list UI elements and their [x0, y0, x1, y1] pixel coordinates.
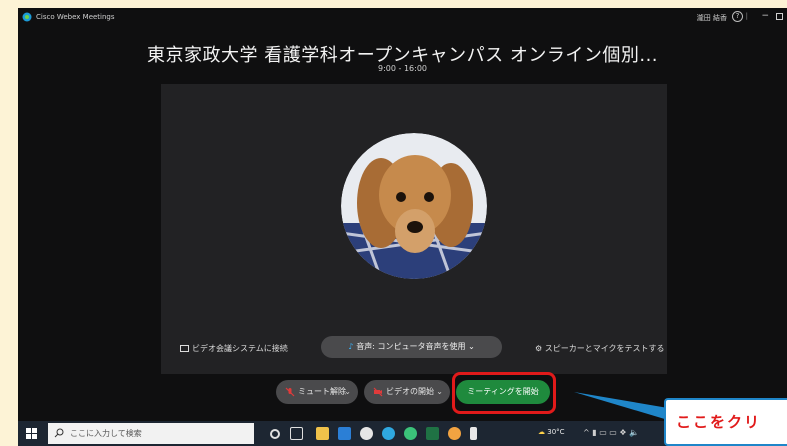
task-view-icon[interactable] — [290, 427, 303, 440]
avatar — [341, 133, 487, 279]
unmute-label: ミュート解除 — [298, 387, 346, 396]
audio-icon: ♪ — [348, 342, 354, 351]
video-system-label: ビデオ会議システムに接続 — [192, 344, 288, 353]
cast-icon — [180, 345, 189, 352]
help-icon[interactable]: ? — [732, 11, 743, 22]
video-off-icon — [373, 387, 383, 397]
file-explorer-icon[interactable] — [316, 427, 329, 440]
start-video-button[interactable]: ビデオの開始 ⌄ — [364, 380, 450, 404]
video-system-link[interactable]: ビデオ会議システムに接続 — [180, 343, 288, 354]
gear-icon: ⚙ — [535, 344, 543, 353]
system-tray[interactable]: ^ ▮ ▭ ▭ ❖ 🔈 — [583, 428, 639, 437]
windows-icon[interactable] — [26, 428, 37, 439]
search-placeholder: ここに入力して検索 — [70, 429, 142, 438]
cortana-icon[interactable] — [270, 429, 280, 439]
chevron-down-icon[interactable]: ⌄ — [436, 380, 443, 404]
meeting-time: 9:00 - 16:00 — [378, 64, 427, 73]
taskbar-search[interactable]: ここに入力して検索 — [48, 423, 254, 444]
webex-app-icon[interactable] — [404, 427, 417, 440]
unmute-button[interactable]: ミュート解除 ⌄ — [276, 380, 358, 404]
audio-label: 音声: コンピュータ音声を使用 — [356, 342, 466, 351]
separator: | — [745, 12, 748, 20]
audio-select[interactable]: ♪ 音声: コンピュータ音声を使用 ⌄ — [321, 336, 502, 358]
callout-label: ここをクリ — [664, 398, 787, 446]
weather-badge[interactable]: ☁ 30°C — [538, 428, 565, 436]
teams-icon[interactable] — [448, 427, 461, 440]
chevron-down-icon[interactable]: ⌄ — [344, 380, 351, 404]
speaker-test-link[interactable]: ⚙ スピーカーとマイクをテストする — [535, 343, 665, 354]
edge-icon[interactable] — [382, 427, 395, 440]
minimize-icon[interactable]: − — [761, 11, 769, 21]
search-icon — [54, 428, 64, 438]
start-video-label: ビデオの開始 — [386, 387, 434, 396]
webex-logo-icon — [22, 12, 32, 22]
mail-icon[interactable] — [338, 427, 351, 440]
video-preview: ビデオ会議システムに接続 ♪ 音声: コンピュータ音声を使用 ⌄ ⚙ スピーカーと… — [161, 84, 667, 374]
user-name[interactable]: 瀧田 結香 — [697, 13, 727, 23]
excel-icon[interactable] — [426, 427, 439, 440]
chevron-down-icon: ⌄ — [468, 342, 475, 351]
app-icon[interactable] — [470, 427, 477, 440]
mic-muted-icon — [285, 387, 295, 397]
title-bar: Cisco Webex Meetings 瀧田 結香 ? | − — [18, 8, 787, 26]
weather-icon: ☁ — [538, 428, 545, 436]
weather-temp: 30°C — [547, 428, 565, 436]
webex-window: Cisco Webex Meetings 瀧田 結香 ? | − 東京家政大学 … — [18, 8, 787, 446]
speaker-test-label: スピーカーとマイクをテストする — [544, 344, 665, 353]
app-name: Cisco Webex Meetings — [36, 13, 115, 21]
chrome-icon[interactable] — [360, 427, 373, 440]
restore-icon[interactable] — [776, 13, 783, 20]
highlight-box — [452, 372, 556, 414]
